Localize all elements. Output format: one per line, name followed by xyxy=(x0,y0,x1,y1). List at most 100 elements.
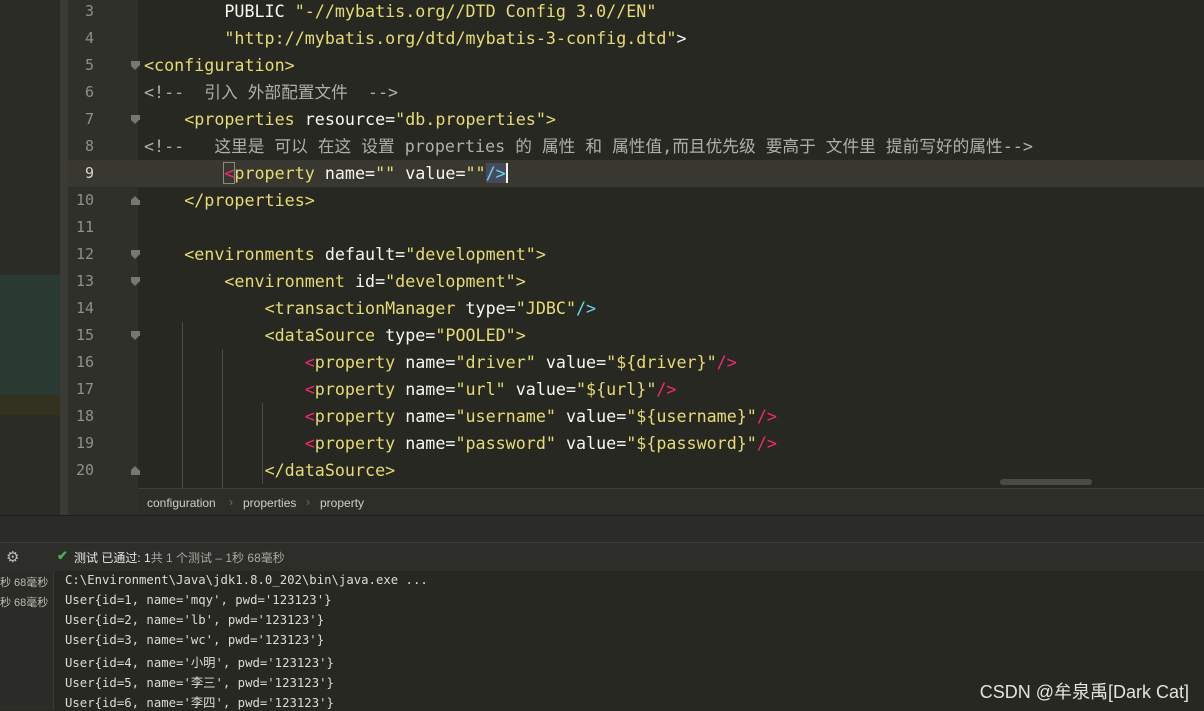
fold-toggle-icon[interactable] xyxy=(131,331,140,340)
code-token: "-//mybatis.org//DTD Config 3.0//EN" xyxy=(294,1,657,21)
fold-toggle-icon[interactable] xyxy=(131,61,140,70)
code-token: <properties xyxy=(184,109,305,129)
code-line[interactable]: 16 <property name="driver" value="${driv… xyxy=(0,349,1204,376)
line-number[interactable]: 16 xyxy=(68,349,94,376)
line-number[interactable]: 10 xyxy=(68,187,94,214)
fold-toggle-icon[interactable] xyxy=(131,277,140,286)
code-line[interactable]: 14 <transactionManager type="JDBC"/> xyxy=(0,295,1204,322)
code-text: "http://mybatis.org/dtd/mybatis-3-config… xyxy=(144,25,686,52)
tree-item[interactable]: 秒 68毫秒 xyxy=(0,574,48,590)
code-token: < xyxy=(304,406,315,426)
code-editor[interactable]: 3 PUBLIC "-//mybatis.org//DTD Config 3.0… xyxy=(0,0,1204,488)
code-line[interactable]: 6 <!-- 引入 外部配置文件 --> xyxy=(0,79,1204,106)
code-token: <!-- 引入 外部配置文件 --> xyxy=(144,82,399,102)
gutter-footer xyxy=(68,488,138,515)
code-line[interactable]: 12 <environments default="development"> xyxy=(0,241,1204,268)
breadcrumb-item-properties[interactable]: properties xyxy=(243,496,296,510)
code-line[interactable]: 13 <environment id="development"> xyxy=(0,268,1204,295)
code-token: "http://mybatis.org/dtd/mybatis-3-config… xyxy=(224,28,677,48)
code-token: "${password}" xyxy=(626,433,757,453)
text-cursor xyxy=(505,163,508,183)
code-token: < xyxy=(304,379,315,399)
code-token: name= xyxy=(405,433,456,453)
gear-icon[interactable]: ⚙ xyxy=(6,548,19,566)
code-line[interactable]: 7 <properties resource="db.properties"> xyxy=(0,106,1204,133)
line-number[interactable]: 15 xyxy=(68,322,94,349)
code-line[interactable]: 18 <property name="username" value="${us… xyxy=(0,403,1204,430)
code-token: "development" xyxy=(385,271,516,291)
horizontal-scrollbar[interactable] xyxy=(1000,479,1092,485)
code-token: "username" xyxy=(455,406,556,426)
code-text: <environment id="development"> xyxy=(144,268,525,295)
line-number[interactable]: 8 xyxy=(68,133,94,160)
breadcrumb-item-configuration[interactable]: configuration xyxy=(147,496,216,510)
line-number[interactable]: 3 xyxy=(68,0,94,25)
code-text: </properties> xyxy=(144,187,315,214)
code-line[interactable]: 17 <property name="url" value="${url}"/> xyxy=(0,376,1204,403)
code-token: "POOLED" xyxy=(435,325,516,345)
line-number[interactable]: 13 xyxy=(68,268,94,295)
tree-item[interactable]: 秒 68毫秒 xyxy=(0,594,48,610)
fold-toggle-icon[interactable] xyxy=(131,115,140,124)
code-token: > xyxy=(535,244,546,264)
console-line: User{id=5, name='李三', pwd='123123'} xyxy=(65,676,334,690)
code-text: <property name="username" value="${usern… xyxy=(144,403,777,430)
code-token: /> xyxy=(756,406,777,426)
code-token: "driver" xyxy=(455,352,536,372)
code-token: <transactionManager xyxy=(264,298,466,318)
line-number[interactable]: 14 xyxy=(68,295,94,322)
code-token: "" xyxy=(375,163,396,183)
code-token: "${url}" xyxy=(576,379,657,399)
fold-toggle-icon[interactable] xyxy=(131,250,140,259)
code-line[interactable]: 3 PUBLIC "-//mybatis.org//DTD Config 3.0… xyxy=(0,0,1204,25)
code-text: <property name="url" value="${url}"/> xyxy=(144,376,677,403)
code-token: value= xyxy=(555,406,627,426)
breadcrumb: configuration › properties › property xyxy=(138,488,1204,516)
code-line[interactable]: 8 <!-- 这里是 可以 在这 设置 properties 的 属性 和 属性值… xyxy=(0,133,1204,160)
code-token: value= xyxy=(395,163,466,183)
code-token: < xyxy=(304,433,315,453)
line-number[interactable]: 17 xyxy=(68,376,94,403)
fold-end-icon[interactable] xyxy=(131,196,140,205)
line-number[interactable]: 4 xyxy=(68,25,94,52)
code-token: name= xyxy=(324,163,376,183)
code-token: type= xyxy=(385,325,436,345)
line-number[interactable]: 20 xyxy=(68,457,94,484)
code-line[interactable]: 5 <configuration> xyxy=(0,52,1204,79)
code-text: <configuration> xyxy=(144,52,295,79)
code-line[interactable]: 4 "http://mybatis.org/dtd/mybatis-3-conf… xyxy=(0,25,1204,52)
code-token: "url" xyxy=(455,379,506,399)
code-token: property xyxy=(234,163,325,183)
code-line[interactable]: 19 <property name="password" value="${pa… xyxy=(0,430,1204,457)
code-token: "${driver}" xyxy=(606,352,717,372)
code-line[interactable]: 9 <property name="" value=""/> xyxy=(0,160,1204,187)
code-line[interactable]: 15 <dataSource type="POOLED"> xyxy=(0,322,1204,349)
run-panel-header: ⚙ ✔ 测试 已通过: 1共 1 个测试 – 1秒 68毫秒 xyxy=(0,542,1204,572)
code-token: > xyxy=(515,325,526,345)
line-number[interactable]: 9 xyxy=(68,160,94,187)
strip-border xyxy=(60,0,68,515)
line-number[interactable]: 19 xyxy=(68,430,94,457)
code-line[interactable]: 11 xyxy=(0,214,1204,241)
code-line[interactable]: 10 </properties> xyxy=(0,187,1204,214)
code-token: property xyxy=(314,379,406,399)
status-summary: 共 1 个测试 – 1秒 68毫秒 xyxy=(150,551,285,565)
status-label: 测试 已通过: xyxy=(74,551,145,565)
line-number[interactable]: 6 xyxy=(68,79,94,106)
indent-guide xyxy=(182,322,183,488)
line-number[interactable]: 12 xyxy=(68,241,94,268)
code-text: <properties resource="db.properties"> xyxy=(144,106,556,133)
code-token: /> xyxy=(716,352,737,372)
line-number[interactable]: 11 xyxy=(68,214,94,241)
line-number[interactable]: 18 xyxy=(68,403,94,430)
breadcrumb-item-property[interactable]: property xyxy=(320,496,364,510)
line-number[interactable]: 5 xyxy=(68,52,94,79)
code-token: "JDBC" xyxy=(515,298,577,318)
indent-guide xyxy=(222,349,223,488)
line-number[interactable]: 7 xyxy=(68,106,94,133)
code-token: value= xyxy=(555,433,627,453)
fold-end-icon[interactable] xyxy=(131,466,140,475)
panel-divider[interactable] xyxy=(0,515,1204,543)
code-token: <dataSource xyxy=(264,325,386,345)
test-status: 测试 已通过: 1共 1 个测试 – 1秒 68毫秒 xyxy=(74,549,285,566)
